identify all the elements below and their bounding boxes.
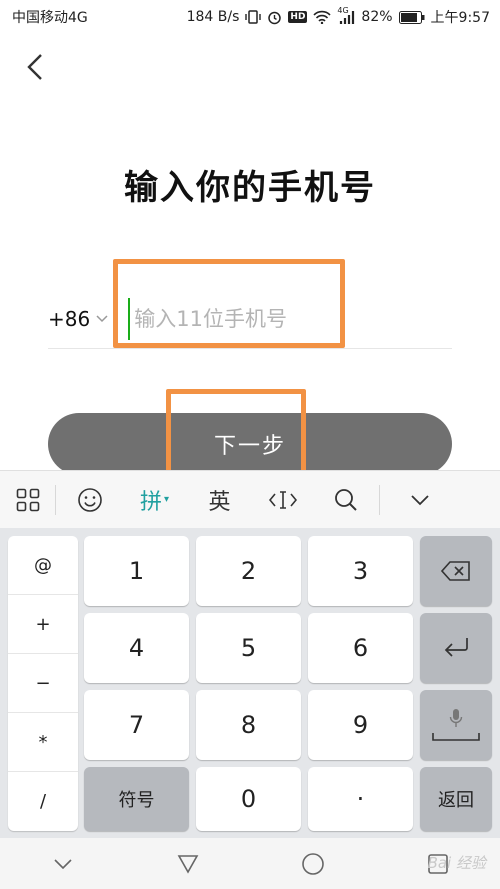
chevron-left-icon [27, 54, 42, 80]
symbol-key[interactable]: @ [8, 536, 78, 595]
wifi-icon [313, 10, 332, 24]
signal-icon: 4G [337, 6, 355, 24]
circle-home-icon [301, 852, 324, 875]
symbol-key[interactable]: + [8, 595, 78, 654]
clock-time: 上午9:57 [430, 10, 490, 26]
hd-label: HD [288, 11, 308, 23]
digit-key-1[interactable]: 1 [84, 536, 189, 606]
backspace-key[interactable] [420, 536, 492, 606]
caret-down-icon: ▾ [163, 494, 170, 505]
search-icon [334, 488, 357, 511]
phone-number-input[interactable] [128, 298, 452, 340]
network-speed: 184 B/s [186, 9, 240, 25]
emoji-icon [77, 487, 102, 512]
chevron-down-icon [410, 494, 429, 505]
voice-space-key[interactable] [420, 690, 492, 760]
battery-icon [398, 10, 425, 24]
emoji-button[interactable] [62, 471, 117, 529]
english-toggle[interactable]: 英 [192, 471, 247, 529]
digit-key-4[interactable]: 4 [84, 613, 189, 683]
status-bar: 中国移动4G 184 B/s HD 4G 82% 上午9:57 [0, 0, 500, 34]
digit-key-2[interactable]: 2 [196, 536, 301, 606]
next-step-button[interactable]: 下一步 [48, 413, 452, 475]
text-cursor-icon [268, 490, 297, 509]
symbols-switch-key[interactable]: 符号 [84, 767, 189, 831]
cursor-button[interactable] [255, 471, 310, 529]
symbol-key[interactable]: / [8, 772, 78, 831]
digit-key-9[interactable]: 9 [308, 690, 413, 760]
chevron-down-icon [96, 315, 108, 323]
enter-icon [444, 638, 468, 657]
watermark: Bai 经验 [427, 854, 486, 872]
battery-percent: 82% [361, 9, 393, 25]
country-code-label: +86 [48, 307, 91, 331]
nav-hide-button[interactable] [33, 838, 93, 889]
symbol-key[interactable]: * [8, 713, 78, 772]
symbol-key[interactable]: − [8, 654, 78, 713]
dot-key[interactable]: · [308, 767, 413, 831]
digit-key-5[interactable]: 5 [196, 613, 301, 683]
digit-key-8[interactable]: 8 [196, 690, 301, 760]
phone-input-row: +86 [48, 290, 452, 349]
toolbar-divider [379, 484, 380, 515]
enter-key[interactable] [420, 613, 492, 683]
nav-back-button[interactable] [158, 838, 218, 889]
status-indicators: 184 B/s HD 4G 82% 上午9:57 [186, 6, 490, 27]
chevron-down-icon [53, 858, 72, 869]
pinyin-label: 拼 [139, 489, 162, 515]
numeric-keyboard: @ + − * / 1 2 3 4 5 6 7 8 9 符号 0 · 返回 [0, 528, 500, 838]
search-button[interactable] [318, 471, 373, 529]
pinyin-toggle[interactable]: 拼 ▾ [127, 471, 182, 529]
triangle-back-icon [177, 854, 198, 874]
backspace-icon [441, 561, 470, 581]
network-type-label: 4G [337, 6, 349, 15]
digit-key-0[interactable]: 0 [196, 767, 301, 831]
hd-icon: HD [288, 11, 308, 23]
page-title: 输入你的手机号 [124, 168, 376, 208]
hide-keyboard-button[interactable] [392, 471, 447, 529]
alarm-icon [267, 10, 282, 25]
digit-key-7[interactable]: 7 [84, 690, 189, 760]
ime-menu-button[interactable] [0, 471, 55, 529]
back-button[interactable] [20, 50, 50, 84]
symbol-column: @ + − * / [8, 536, 78, 831]
toolbar-divider [55, 484, 56, 515]
digit-key-6[interactable]: 6 [308, 613, 413, 683]
carrier-label: 中国移动4G [12, 10, 88, 26]
nav-home-button[interactable] [283, 838, 343, 889]
return-key[interactable]: 返回 [420, 767, 492, 831]
digit-key-3[interactable]: 3 [308, 536, 413, 606]
country-code-selector[interactable]: +86 [48, 307, 108, 331]
vibrate-icon [245, 10, 262, 24]
microphone-icon [449, 709, 463, 727]
ime-toolbar: 拼 ▾ 英 [0, 470, 500, 528]
grid-icon [16, 488, 39, 511]
space-bar-icon [432, 733, 480, 741]
system-nav-bar [0, 838, 500, 889]
